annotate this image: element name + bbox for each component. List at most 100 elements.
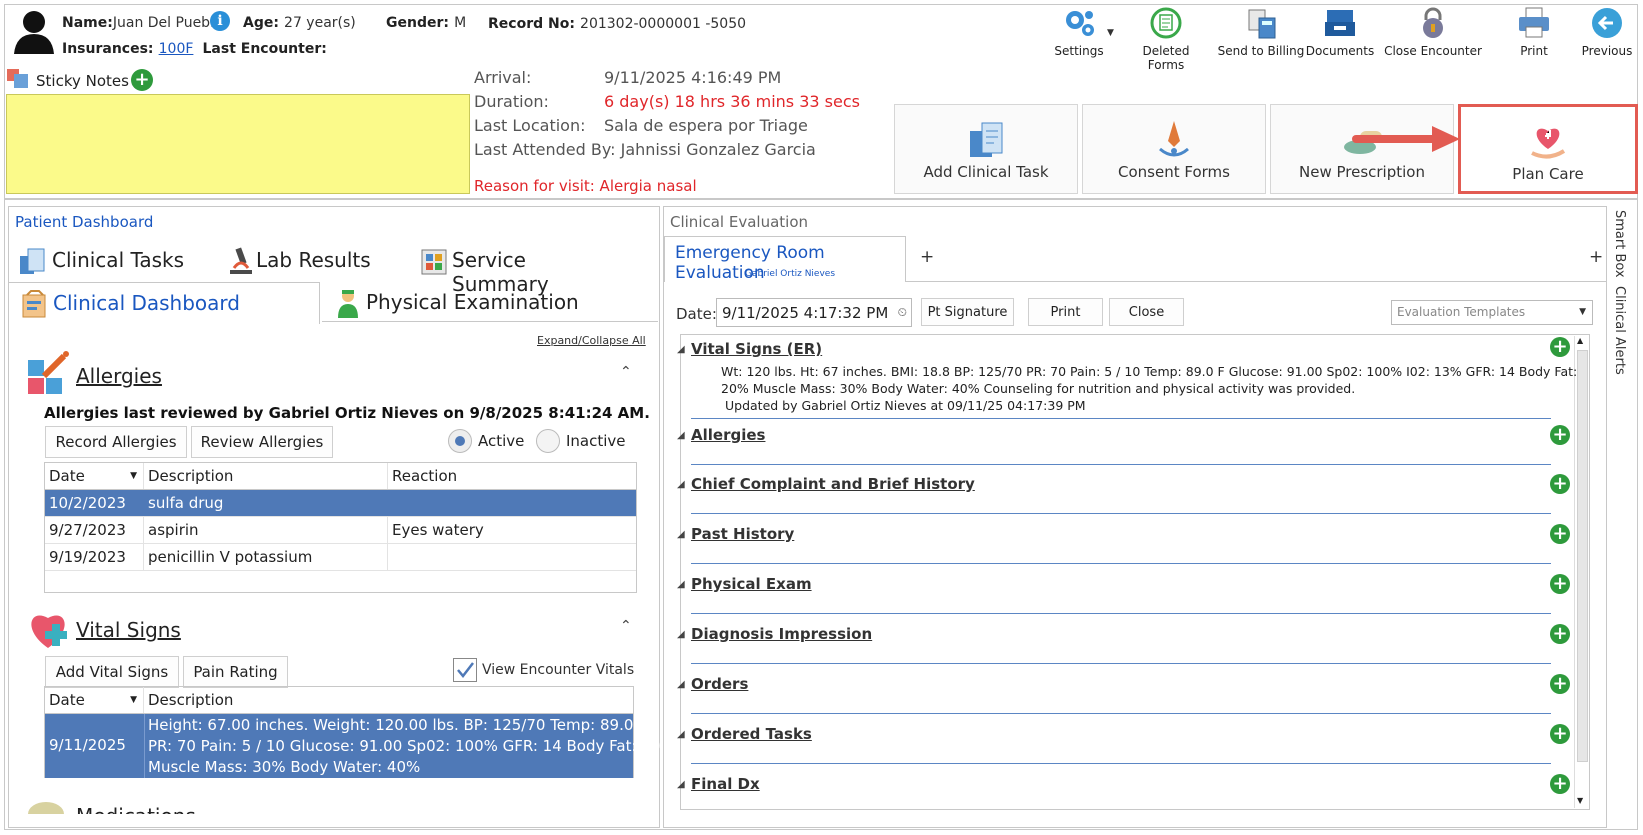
add-orders-button[interactable]: + [1550, 674, 1570, 694]
add-clinical-task-button[interactable]: Add Clinical Task [894, 104, 1078, 194]
highlight-arrow [1352, 124, 1462, 154]
eval-final-dx-title[interactable]: Final Dx [691, 775, 760, 793]
print-button[interactable]: Print [1506, 6, 1562, 58]
table-row[interactable]: 9/11/2025 Height: 67.00 inches. Weight: … [45, 714, 675, 778]
allergies-collapse-icon[interactable]: ⌃ [620, 364, 632, 380]
table-row[interactable]: 9/27/2023 aspirin Eyes watery [45, 517, 636, 544]
insurance-link[interactable]: 100F [159, 41, 194, 57]
pt-signature-button[interactable]: Pt Signature [921, 298, 1014, 326]
header-divider [4, 198, 1638, 200]
description-column-header[interactable]: Description [144, 687, 633, 713]
eval-ordered-tasks-title[interactable]: Ordered Tasks [691, 725, 812, 743]
add-evaluation-tab-button[interactable]: + [920, 247, 934, 267]
tab-lab-results[interactable]: Lab Results [228, 244, 388, 278]
active-radio[interactable] [448, 429, 472, 453]
eval-allergies-title[interactable]: Allergies [691, 426, 765, 444]
date-column-header[interactable]: Date ▼ [45, 463, 144, 489]
sticky-note-area[interactable] [6, 94, 470, 194]
send-to-billing-button[interactable]: Send to Billing [1216, 6, 1306, 58]
vertical-scrollbar[interactable]: ▲ ▼ [1574, 336, 1589, 808]
tab-physical-examination[interactable]: Physical Examination [322, 282, 658, 322]
settings-dropdown-icon[interactable]: ▼ [1107, 28, 1114, 38]
billing-calculator-icon [1243, 6, 1279, 40]
collapse-triangle-icon[interactable]: ◢ [677, 779, 685, 790]
medications-title[interactable]: Medications [76, 804, 196, 814]
info-icon[interactable]: i [210, 11, 230, 31]
eval-diagnosis-impression-title[interactable]: Diagnosis Impression [691, 625, 872, 643]
smart-box-tab[interactable]: Smart Box [1612, 210, 1627, 278]
add-vital-signs-button[interactable]: Add Vital Signs [45, 656, 179, 688]
vital-signs-collapse-icon[interactable]: ⌃ [620, 618, 632, 634]
previous-button[interactable]: Previous [1579, 6, 1635, 58]
eval-physical-exam-title[interactable]: Physical Exam [691, 575, 812, 593]
add-evaluation-right-button[interactable]: + [1589, 247, 1603, 267]
eval-chief-complaint-title[interactable]: Chief Complaint and Brief History [691, 475, 975, 493]
tab-clinical-tasks[interactable]: Clinical Tasks [18, 244, 218, 278]
vital-signs-title[interactable]: Vital Signs [76, 618, 181, 642]
allergies-reviewed-text: Allergies last reviewed by Gabriel Ortiz… [44, 404, 650, 422]
add-ordered-tasks-button[interactable]: + [1550, 724, 1570, 744]
add-past-history-button[interactable]: + [1550, 524, 1570, 544]
scroll-down-icon[interactable]: ▼ [1577, 796, 1583, 805]
tab-emergency-room-evaluation[interactable]: Emergency Room Evaluation Gabriel Ortiz … [664, 236, 906, 283]
add-diagnosis-impression-button[interactable]: + [1550, 624, 1570, 644]
review-allergies-button[interactable]: Review Allergies [191, 426, 333, 458]
collapse-triangle-icon[interactable]: ◢ [677, 479, 685, 490]
collapse-triangle-icon[interactable]: ◢ [677, 679, 685, 690]
vital-signs-icon [26, 606, 74, 650]
description-column-header[interactable]: Description [144, 463, 388, 489]
collapse-triangle-icon[interactable]: ◢ [677, 344, 685, 355]
table-row[interactable]: 9/19/2023 penicillin V potassium [45, 544, 636, 571]
inactive-radio[interactable] [536, 429, 560, 453]
service-summary-icon [420, 246, 450, 280]
tab-service-summary[interactable]: Service Summary [420, 244, 620, 296]
tab-clinical-dashboard[interactable]: Clinical Dashboard [8, 282, 320, 324]
evaluation-close-button[interactable]: Close [1109, 298, 1184, 326]
vitals-er-line-3: Updated by Gabriel Ortiz Nieves at 09/11… [725, 398, 1086, 413]
table-row[interactable]: 10/2/2023 sulfa drug [45, 490, 636, 517]
plan-care-button[interactable]: Plan Care [1458, 104, 1638, 194]
add-physical-exam-button[interactable]: + [1550, 574, 1570, 594]
gears-icon [1061, 6, 1097, 40]
deleted-forms-icon [1148, 6, 1184, 40]
collapse-triangle-icon[interactable]: ◢ [677, 430, 685, 441]
evaluation-templates-select[interactable]: Evaluation Templates ▼ [1391, 300, 1593, 325]
age-label: Age: [243, 15, 279, 31]
calendar-clock-icon[interactable]: ⏲ [898, 305, 907, 320]
clinical-dashboard-icon [21, 289, 49, 323]
vital-signs-er-title[interactable]: Vital Signs (ER) [691, 340, 822, 358]
add-sticky-note-button[interactable]: + [131, 69, 153, 91]
collapse-triangle-icon[interactable]: ◢ [677, 529, 685, 540]
collapse-triangle-icon[interactable]: ◢ [677, 629, 685, 640]
add-final-dx-button[interactable]: + [1550, 774, 1570, 794]
consent-forms-button[interactable]: Consent Forms [1082, 104, 1266, 194]
add-chief-complaint-button[interactable]: + [1550, 474, 1570, 494]
evaluation-date-input[interactable]: 9/11/2025 4:17:32 PM ⏲ [716, 298, 912, 327]
date-column-header[interactable]: Date ▼ [45, 687, 144, 713]
add-allergies-button[interactable]: + [1550, 425, 1570, 445]
row-description: sulfa drug [144, 490, 388, 516]
evaluation-print-button[interactable]: Print [1028, 298, 1103, 326]
expand-collapse-all-link[interactable]: Expand/Collapse All [537, 334, 646, 347]
settings-button[interactable]: Settings [1048, 6, 1110, 58]
close-encounter-button[interactable]: Close Encounter [1384, 6, 1482, 58]
pain-rating-button[interactable]: Pain Rating [183, 656, 288, 688]
add-vital-signs-er-button[interactable]: + [1550, 337, 1570, 357]
collapse-triangle-icon[interactable]: ◢ [677, 579, 685, 590]
row-date: 9/27/2023 [45, 517, 144, 543]
gender-label: Gender: [386, 15, 449, 31]
collapse-triangle-icon[interactable]: ◢ [677, 729, 685, 740]
last-location-label: Last Location: [474, 116, 586, 135]
deleted-forms-button[interactable]: Deleted Forms [1123, 6, 1209, 72]
eval-orders-title[interactable]: Orders [691, 675, 748, 693]
record-allergies-button[interactable]: Record Allergies [45, 426, 187, 458]
scroll-up-icon[interactable]: ▲ [1577, 336, 1583, 345]
eval-past-history-title[interactable]: Past History [691, 525, 794, 543]
view-encounter-vitals-checkbox[interactable] [453, 658, 477, 682]
medications-section-partial: Medications [24, 796, 624, 814]
scroll-thumb[interactable] [1577, 350, 1588, 762]
clinical-alerts-tab[interactable]: Clinical Alerts [1612, 286, 1627, 375]
documents-button[interactable]: Documents [1303, 6, 1377, 58]
reaction-column-header[interactable]: Reaction [388, 463, 636, 489]
allergies-title[interactable]: Allergies [76, 364, 162, 388]
